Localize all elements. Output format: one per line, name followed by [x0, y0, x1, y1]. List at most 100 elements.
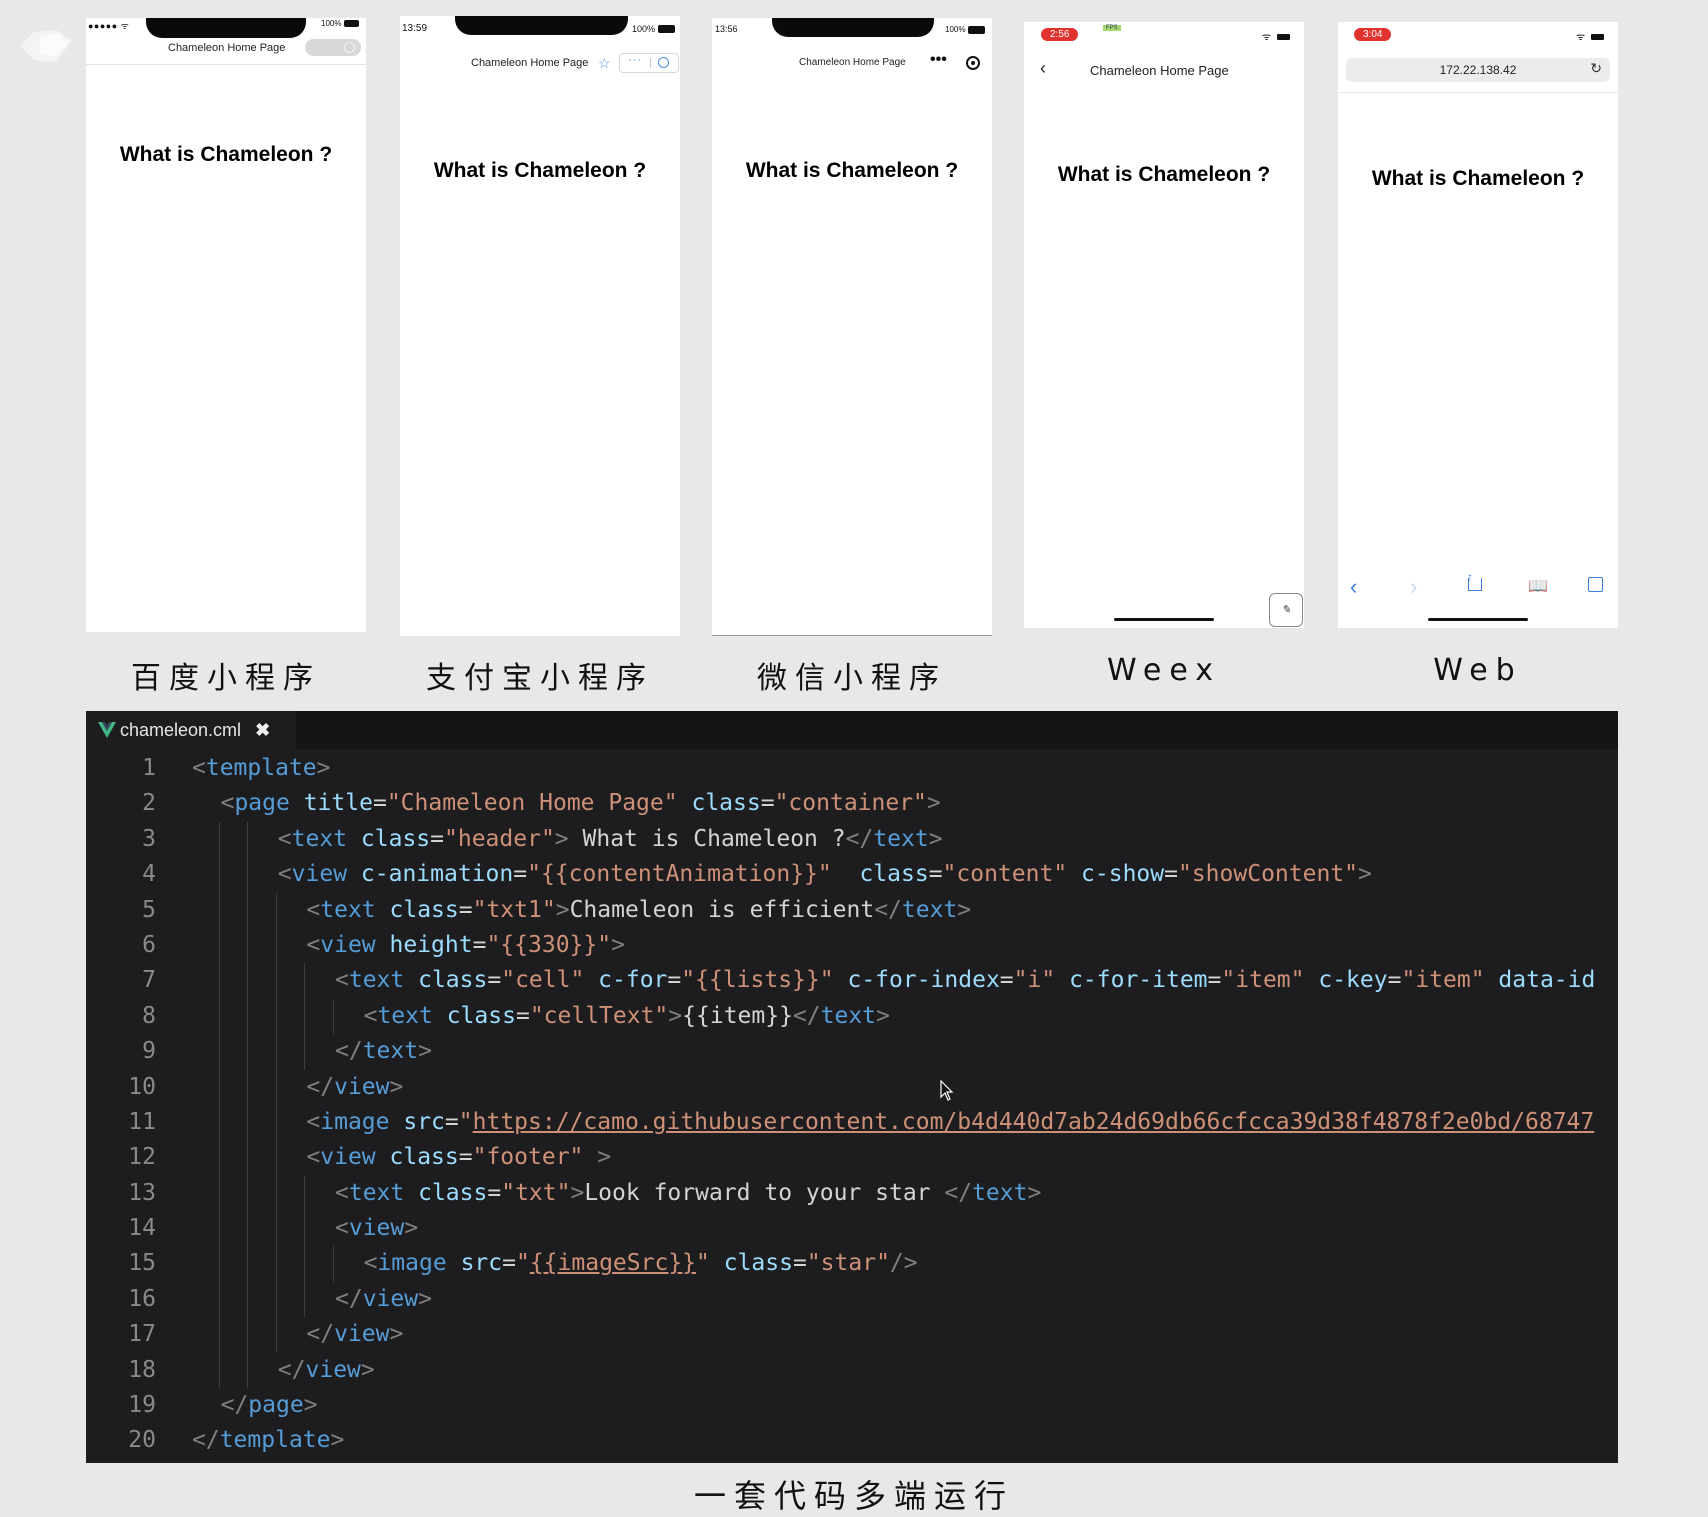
- mouse-cursor-icon: [940, 1080, 954, 1101]
- code-token: c-animation: [360, 861, 514, 888]
- baidu-mini-program-screen: ●●●●● ᯤ 100% Chameleon Home Page What is…: [86, 18, 366, 632]
- code-text: <page title="Chameleon Home Page" class=…: [221, 786, 941, 821]
- code-token: >: [316, 755, 331, 781]
- caption-alipay: 支付宝小程序: [426, 661, 654, 696]
- indent-guide: [218, 1104, 220, 1141]
- indent-guide: [218, 1034, 220, 1070]
- code-text: <view height="{{330}}">: [306, 928, 625, 963]
- nav-title: Chameleon Home Page: [799, 57, 906, 68]
- back-chevron-icon[interactable]: ‹: [1040, 58, 1046, 79]
- indent-guide: [218, 1246, 220, 1282]
- page-heading: What is Chameleon ?: [119, 143, 333, 166]
- code-token: </: [335, 1038, 363, 1065]
- code-token: view: [362, 1285, 419, 1312]
- nav-title: Chameleon Home Page: [1090, 63, 1229, 78]
- code-token: image: [320, 1108, 390, 1135]
- capsule-home-icon: [658, 57, 669, 68]
- browser-toolbar: ‹ › ↑ 📖: [1338, 570, 1618, 604]
- line-number: 7: [142, 967, 156, 994]
- alipay-mini-program-screen: 13:59 100% Chameleon Home Page ☆ ··· Wha…: [400, 16, 680, 636]
- more-options-icon[interactable]: •••: [930, 51, 947, 69]
- code-token: >: [555, 896, 570, 923]
- code-token: >: [1027, 1179, 1042, 1206]
- code-token: =: [458, 1144, 473, 1171]
- line-number: 8: [142, 1002, 156, 1029]
- code-line: 12 <view class="footer" >: [86, 1140, 1618, 1176]
- code-text: </view>: [306, 1317, 403, 1352]
- url-bar[interactable]: 172.22.138.42 ↻: [1346, 58, 1610, 82]
- phone-notch: [772, 18, 934, 37]
- editor-tab-chameleon-cml[interactable]: chameleon.cml ✖: [86, 711, 296, 749]
- forward-arrow-icon[interactable]: ›: [1410, 574, 1417, 600]
- close-circle-icon[interactable]: [966, 56, 980, 70]
- code-token: <: [335, 1179, 349, 1206]
- indent-guide: [247, 892, 249, 928]
- code-token: <: [363, 1250, 378, 1277]
- code-token: title: [303, 790, 373, 817]
- bookmarks-icon[interactable]: 📖: [1528, 576, 1548, 596]
- code-token: ": [696, 1250, 710, 1277]
- code-token: >: [926, 790, 941, 817]
- code-token: >: [389, 1321, 404, 1348]
- indent-guide: [247, 1104, 249, 1141]
- tabs-icon[interactable]: [1588, 577, 1603, 592]
- more-icon: ···: [628, 54, 642, 66]
- nav-divider: [86, 64, 366, 65]
- battery-indicator: 100%: [632, 24, 676, 34]
- code-token: "{{contentAnimation}}": [527, 861, 832, 888]
- indent-guide: [275, 963, 277, 999]
- favorite-star-icon[interactable]: ☆: [598, 55, 611, 72]
- page-heading: What is Chameleon ?: [745, 159, 959, 182]
- status-time-badge: 3:04: [1354, 28, 1392, 41]
- code-line: 8 <text class="cellText">{{item}}</text>: [86, 998, 1618, 1035]
- share-arrow-icon: ↑: [1467, 570, 1473, 584]
- code-token: class: [360, 825, 431, 852]
- code-token: "item": [1221, 967, 1305, 994]
- code-token: page: [234, 790, 290, 817]
- code-token: =: [502, 1250, 516, 1277]
- indent-guide: [247, 1069, 249, 1105]
- code-token: What is Chameleon ?: [568, 825, 846, 852]
- chameleon-logo-icon: [20, 30, 72, 62]
- back-arrow-icon[interactable]: ‹: [1350, 574, 1357, 600]
- code-text: <image src="{{imageSrc}}" class="star"/>: [364, 1246, 918, 1281]
- tab-close-icon[interactable]: ✖: [255, 720, 270, 741]
- code-line: 16 </view>: [86, 1281, 1618, 1318]
- code-token: <: [277, 825, 292, 852]
- code-token: "item": [1401, 967, 1485, 994]
- code-line: 17 </view>: [86, 1317, 1618, 1353]
- line-number: 4: [142, 861, 156, 888]
- code-token: <: [363, 1002, 378, 1029]
- code-token: text: [348, 967, 405, 994]
- code-token: class: [389, 1144, 459, 1171]
- code-token: <: [335, 967, 349, 994]
- code-token: src: [460, 1250, 503, 1277]
- code-token: <: [306, 896, 321, 923]
- code-token: </: [277, 1356, 306, 1383]
- code-token: "Chameleon Home Page": [386, 790, 678, 817]
- code-token: <: [306, 1108, 321, 1135]
- code-token: class: [691, 790, 761, 817]
- editor-tab-bar: chameleon.cml ✖: [86, 711, 1618, 749]
- code-token: data-id: [1498, 967, 1596, 994]
- code-line: 18 </view>: [86, 1352, 1618, 1389]
- reload-icon[interactable]: ↻: [1590, 60, 1602, 77]
- code-line: 14 <view>: [86, 1211, 1618, 1247]
- battery-icon: [1277, 34, 1290, 40]
- capsule-menu-button[interactable]: ···: [619, 53, 679, 73]
- indent-guide: [247, 1317, 249, 1353]
- code-token: />: [889, 1250, 918, 1277]
- capsule-menu-button[interactable]: [305, 39, 361, 56]
- inspector-badge[interactable]: ✎: [1269, 593, 1303, 627]
- capsule-separator: [650, 58, 651, 68]
- line-number: 12: [128, 1144, 156, 1171]
- code-token: >: [389, 1073, 404, 1100]
- code-token: <: [220, 790, 235, 817]
- code-text: <text class="txt">Look forward to your s…: [335, 1176, 1041, 1211]
